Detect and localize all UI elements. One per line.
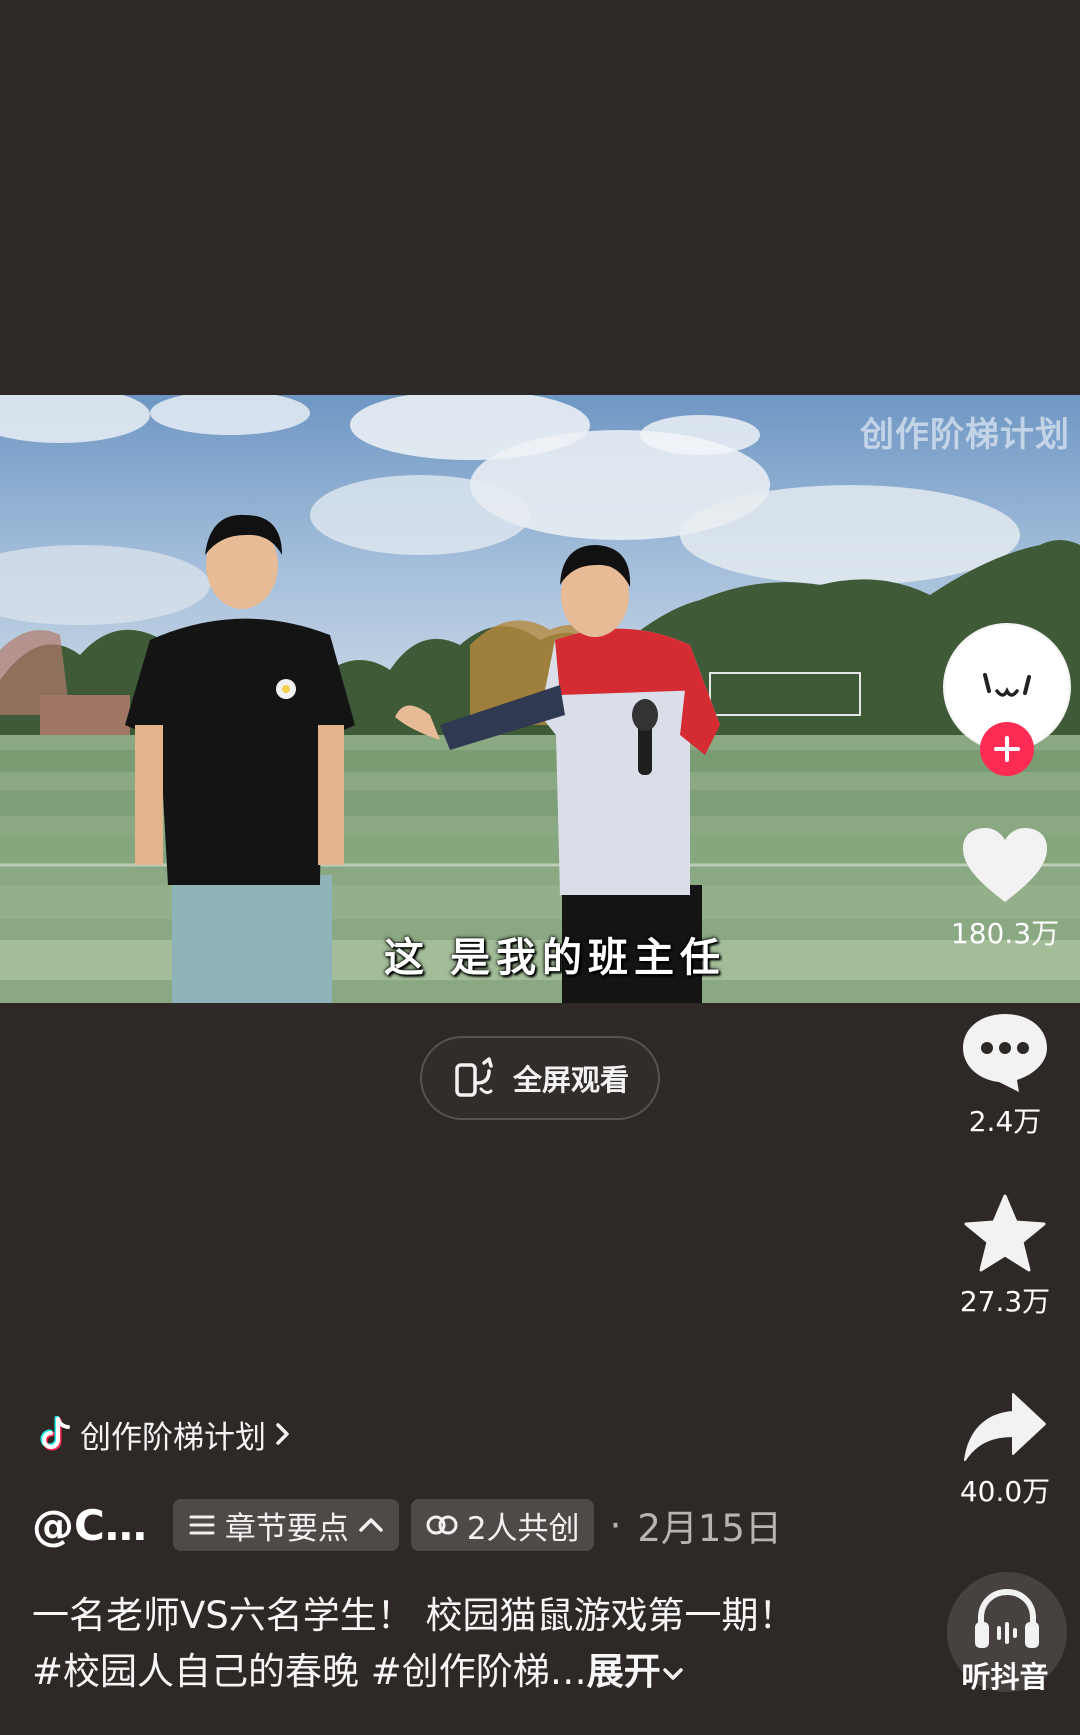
- favorite-count: 27.3万: [959, 1285, 1051, 1318]
- topic-tag-label: 创作阶梯计划: [80, 1419, 266, 1456]
- video-description[interactable]: 一名老师VS六名学生！ 校园猫鼠游戏第一期！#校园人自己的春晚 #创作阶梯…展开: [32, 1588, 822, 1700]
- meta-row: @C… 章节要点 2人共创 · 2月15日: [32, 1497, 782, 1553]
- chevron-up-icon: [359, 1518, 383, 1532]
- video-feed-screen: 创作阶梯计划 这 是我的班主任 全屏观看 180.3万 2.4万 27.3万 4…: [0, 0, 1080, 1735]
- date-separator: ·: [609, 1503, 622, 1547]
- comment-count: 2.4万: [968, 1105, 1042, 1138]
- expand-link[interactable]: 展开: [587, 1650, 661, 1693]
- fullscreen-label: 全屏观看: [512, 1063, 629, 1097]
- list-icon: [189, 1515, 215, 1535]
- author-name[interactable]: @C…: [32, 1501, 147, 1550]
- comment-bubble-icon: [963, 1014, 1047, 1092]
- like-button[interactable]: 180.3万: [930, 826, 1080, 952]
- video-player[interactable]: 创作阶梯计划 这 是我的班主任: [0, 395, 1080, 1003]
- action-rail: 180.3万 2.4万 27.3万 40.0万 听抖音: [930, 0, 1080, 1735]
- post-date: 2月15日: [637, 1507, 782, 1550]
- favorite-button[interactable]: 27.3万: [930, 1194, 1080, 1320]
- plus-icon: [994, 736, 1020, 762]
- share-count: 40.0万: [959, 1475, 1051, 1508]
- headphones-icon: [975, 1588, 1039, 1648]
- cocreate-label: 2人共创: [466, 1510, 580, 1547]
- video-frame-scene: [0, 395, 1080, 1003]
- listen-label: 听抖音: [961, 1660, 1049, 1694]
- chevron-right-icon: [276, 1423, 289, 1445]
- heart-icon: [963, 828, 1047, 902]
- chapter-chip[interactable]: 章节要点: [172, 1499, 399, 1551]
- chevron-down-icon: [663, 1667, 683, 1680]
- star-icon: [964, 1194, 1046, 1272]
- follow-button[interactable]: [980, 722, 1034, 776]
- topic-tag[interactable]: 创作阶梯计划: [40, 1410, 292, 1458]
- share-arrow-icon: [964, 1393, 1046, 1461]
- cocreate-chip[interactable]: 2人共创: [410, 1499, 594, 1551]
- video-subtitle: 这 是我的班主任: [384, 935, 726, 981]
- fullscreen-button[interactable]: 全屏观看: [420, 1036, 660, 1120]
- chapter-label: 章节要点: [224, 1510, 349, 1547]
- share-button[interactable]: 40.0万: [930, 1392, 1080, 1510]
- rotate-phone-icon: [455, 1057, 493, 1097]
- like-count: 180.3万: [950, 917, 1060, 950]
- link-rings-icon: [426, 1515, 458, 1535]
- comment-button[interactable]: 2.4万: [930, 1010, 1080, 1140]
- douyin-note-icon: [40, 1416, 70, 1451]
